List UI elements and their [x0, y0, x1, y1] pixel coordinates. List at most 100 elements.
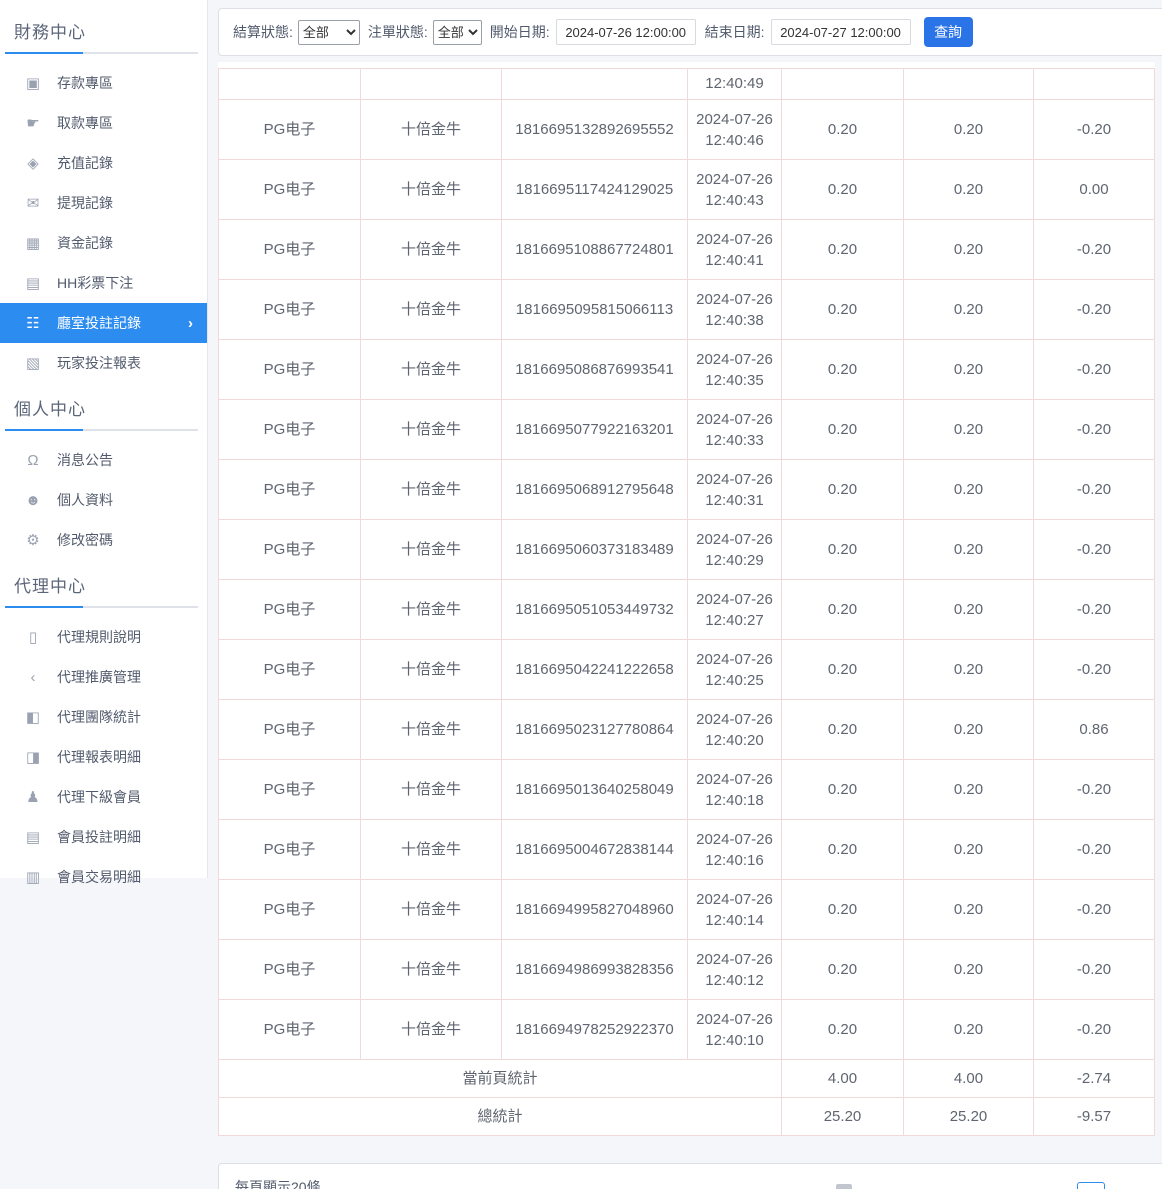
section-underline — [5, 52, 198, 54]
pagination-prev-button[interactable] — [836, 1184, 852, 1189]
cell-datetime: 2024-07-2612:40:38 — [688, 280, 782, 340]
section-underline — [5, 606, 198, 608]
pagination-current-page-button[interactable] — [1077, 1182, 1105, 1189]
cell-id: 1816694978252922370 — [502, 1000, 688, 1060]
query-button[interactable]: 查詢 — [924, 17, 973, 47]
lottery-bet-icon: ▤ — [24, 274, 42, 292]
stats-valid-amount: 25.20 — [904, 1098, 1034, 1136]
sidebar-item-label: 玩家投注報表 — [57, 353, 141, 373]
sidebar-item-label: 代理下級會員 — [57, 787, 141, 807]
sidebar-item-members[interactable]: ♟代理下級會員 — [0, 777, 207, 817]
stats-valid-amount: 4.00 — [904, 1060, 1034, 1098]
sidebar-item-withdraw-record[interactable]: ✉提現記錄 — [0, 183, 207, 223]
cell-datetime: 2024-07-2612:40:16 — [688, 820, 782, 880]
bet-table: 12:40:49PG电子十倍金牛18166951328926955522024-… — [218, 68, 1155, 1136]
cell-provider: PG电子 — [219, 640, 361, 700]
cell-valid-amount: 0.20 — [904, 460, 1034, 520]
cell-datetime: 2024-07-2612:40:10 — [688, 1000, 782, 1060]
cell-winloss: 0.86 — [1034, 700, 1155, 760]
sidebar-item-gear[interactable]: ⚙修改密碼 — [0, 520, 207, 560]
bell-icon: Ω — [24, 452, 42, 469]
cell-datetime: 2024-07-2612:40:35 — [688, 340, 782, 400]
sidebar-item-label: 代理規則說明 — [57, 627, 141, 647]
cell-valid-amount: 0.20 — [904, 880, 1034, 940]
sidebar-item-bell[interactable]: Ω消息公告 — [0, 440, 207, 480]
cell-game: 十倍金牛 — [361, 1000, 502, 1060]
cell-datetime: 2024-07-2612:40:14 — [688, 880, 782, 940]
cell-valid-amount — [904, 69, 1034, 100]
end-date-input[interactable] — [771, 19, 911, 45]
sidebar-item-report-detail[interactable]: ◨ 代理報表明細 — [0, 737, 207, 777]
cell-winloss: -0.20 — [1034, 100, 1155, 160]
sidebar-item-withdraw-hand[interactable]: ☛取款專區 — [0, 103, 207, 143]
cell-bet-amount: 0.20 — [782, 640, 904, 700]
sidebar-item-member-transaction[interactable]: ▥會員交易明細 — [0, 857, 207, 897]
sidebar-item-lottery-bet[interactable]: ▤HH彩票下注 — [0, 263, 207, 303]
cell-winloss: -0.20 — [1034, 400, 1155, 460]
section-underline-accent — [5, 429, 83, 431]
cell-winloss: -0.20 — [1034, 280, 1155, 340]
cell-valid-amount: 0.20 — [904, 340, 1034, 400]
cell-datetime: 2024-07-2612:40:33 — [688, 400, 782, 460]
cell-provider: PG电子 — [219, 760, 361, 820]
cell-provider: PG电子 — [219, 580, 361, 640]
stats-label: 當前頁統計 — [219, 1060, 782, 1098]
cell-bet-amount: 0.20 — [782, 220, 904, 280]
cell-id: 1816695117424129025 — [502, 160, 688, 220]
cell-datetime: 12:40:49 — [688, 69, 782, 100]
cell-bet-amount: 0.20 — [782, 160, 904, 220]
cell-id: 1816695004672838144 — [502, 820, 688, 880]
current-page-stats-row: 當前頁統計4.004.00-2.74 — [219, 1060, 1155, 1098]
sidebar-item-funds-record[interactable]: ▦資金記錄 — [0, 223, 207, 263]
sidebar-item-share[interactable]: ‹代理推廣管理 — [0, 657, 207, 697]
sidebar-item-label: 代理報表明細 — [57, 747, 141, 767]
cell-id: 1816695013640258049 — [502, 760, 688, 820]
sidebar-item-document[interactable]: ▯代理規則說明 — [0, 617, 207, 657]
sidebar-item-label: 會員交易明細 — [57, 867, 141, 887]
sidebar-item-label: 個人資料 — [57, 490, 113, 510]
sidebar-item-member-bet-detail[interactable]: ▤會員投註明細 — [0, 817, 207, 857]
cell-valid-amount: 0.20 — [904, 400, 1034, 460]
cell-game: 十倍金牛 — [361, 340, 502, 400]
pagination-bar: 每頁顯示20條 — [218, 1163, 1162, 1189]
sidebar-item-room-bet-record[interactable]: ☷廳室投註記錄› — [0, 303, 207, 343]
table-row: 12:40:49 — [219, 69, 1155, 100]
cell-valid-amount: 0.20 — [904, 520, 1034, 580]
sidebar-item-user[interactable]: ☻個人資料 — [0, 480, 207, 520]
cell-id: 1816695068912795648 — [502, 460, 688, 520]
start-date-input[interactable] — [556, 19, 696, 45]
sidebar-section: 代理中心 ▯代理規則說明‹代理推廣管理◧代理團隊統計 ◨ 代理報表明細 ♟代理下級會員▤… — [0, 566, 207, 897]
cell-winloss: -0.20 — [1034, 760, 1155, 820]
cell-valid-amount: 0.20 — [904, 1000, 1034, 1060]
report-detail-icon: ◨ — [24, 748, 42, 766]
cell-game: 十倍金牛 — [361, 640, 502, 700]
cell-valid-amount: 0.20 — [904, 700, 1034, 760]
bet-status-select[interactable]: 全部 — [433, 20, 482, 45]
table-row: PG电子十倍金牛18166949958270489602024-07-2612:… — [219, 880, 1155, 940]
cell-game: 十倍金牛 — [361, 760, 502, 820]
section-underline-accent — [5, 52, 83, 54]
cell-provider: PG电子 — [219, 220, 361, 280]
sidebar-item-deposit-card[interactable]: ▣存款專區 — [0, 63, 207, 103]
per-page-label: 每頁顯示20條 — [235, 1177, 321, 1189]
section-title: 代理中心 — [0, 566, 207, 606]
cell-provider — [219, 69, 361, 100]
sidebar-item-team-stats[interactable]: ◧代理團隊統計 — [0, 697, 207, 737]
cell-provider: PG电子 — [219, 880, 361, 940]
room-bet-record-icon: ☷ — [24, 314, 42, 332]
table-row: PG电子十倍金牛18166950603731834892024-07-2612:… — [219, 520, 1155, 580]
withdraw-record-icon: ✉ — [24, 194, 42, 212]
sidebar-item-label: 修改密碼 — [57, 530, 113, 550]
sidebar-item-label: 取款專區 — [57, 113, 113, 133]
cell-valid-amount: 0.20 — [904, 640, 1034, 700]
cell-winloss: -0.20 — [1034, 820, 1155, 880]
stats-winloss: -9.57 — [1034, 1098, 1155, 1136]
settle-status-select[interactable]: 全部 — [298, 20, 360, 45]
cell-winloss: -0.20 — [1034, 640, 1155, 700]
cell-datetime: 2024-07-2612:40:31 — [688, 460, 782, 520]
sidebar-item-player-bet-report[interactable]: ▧玩家投注報表 — [0, 343, 207, 383]
sidebar-item-recharge-record[interactable]: ◈充值記錄 — [0, 143, 207, 183]
cell-winloss: 0.00 — [1034, 160, 1155, 220]
cell-datetime: 2024-07-2612:40:27 — [688, 580, 782, 640]
cell-datetime: 2024-07-2612:40:43 — [688, 160, 782, 220]
